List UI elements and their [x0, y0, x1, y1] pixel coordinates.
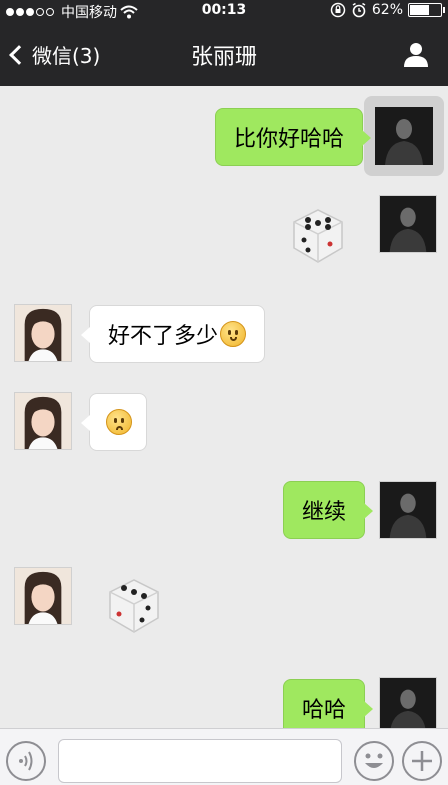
message-bubble-sent[interactable]: 继续	[283, 481, 374, 539]
emoji-button[interactable]	[354, 741, 394, 781]
avatar-photo	[380, 482, 436, 538]
dice-three-icon[interactable]	[102, 574, 164, 636]
frown-emoji-icon	[106, 409, 132, 435]
my-avatar[interactable]	[379, 195, 437, 253]
chat-area[interactable]: 比你好哈哈 好不了多少 继续 哈哈	[0, 86, 448, 737]
message-input[interactable]	[58, 739, 342, 783]
status-bar: 中国移动 00:13 62%	[0, 0, 448, 22]
avatar-photo	[15, 305, 71, 361]
my-avatar[interactable]	[379, 677, 437, 735]
emoji-icon	[365, 753, 383, 768]
my-avatar[interactable]	[379, 481, 437, 539]
plus-icon	[412, 751, 432, 771]
avatar-photo	[380, 196, 436, 252]
battery-fill	[410, 5, 429, 15]
message-text: 哈哈	[302, 698, 347, 723]
dice-five-icon[interactable]	[286, 204, 348, 266]
alarm-icon	[352, 2, 366, 18]
battery-percent: 62%	[371, 2, 403, 18]
rotation-lock-icon	[330, 2, 346, 18]
chat-title: 张丽珊	[190, 45, 257, 70]
voice-button[interactable]	[6, 741, 46, 781]
more-button[interactable]	[402, 741, 442, 781]
thinking-emoji-icon	[220, 321, 247, 347]
battery-icon	[408, 3, 445, 17]
avatar-photo	[15, 393, 71, 449]
status-right: 62%	[330, 2, 445, 18]
my-avatar[interactable]	[364, 96, 444, 176]
message-text: 比你好哈哈	[234, 127, 345, 152]
message-text: 继续	[302, 500, 347, 525]
person-icon[interactable]	[402, 40, 430, 68]
message-bubble-received[interactable]: 好不了多少	[80, 305, 266, 363]
contact-avatar[interactable]	[14, 392, 72, 450]
avatar-photo	[380, 678, 436, 734]
nav-bar: 微信(3) 张丽珊	[0, 22, 448, 86]
contact-avatar[interactable]	[14, 304, 72, 362]
input-bar	[0, 728, 448, 785]
message-bubble-received[interactable]	[81, 393, 147, 451]
contact-avatar[interactable]	[14, 567, 72, 625]
voice-icon	[19, 751, 33, 771]
avatar-photo	[375, 107, 433, 165]
avatar-photo	[15, 568, 71, 624]
message-text: 好不了多少	[108, 324, 219, 349]
message-bubble-sent[interactable]: 比你好哈哈	[215, 108, 372, 166]
